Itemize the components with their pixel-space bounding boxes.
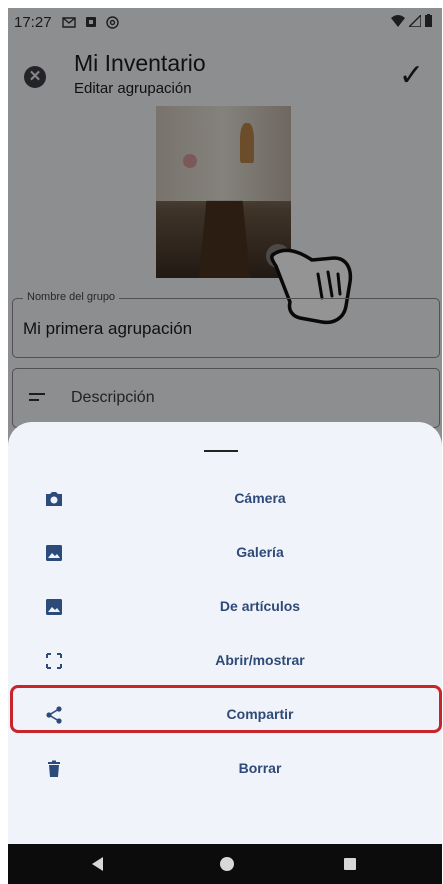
delete-icon: [48, 760, 60, 777]
system-nav-bar: [8, 844, 442, 884]
menu-label-delete: Borrar: [238, 760, 282, 776]
image-icon: [46, 545, 62, 561]
menu-label-gallery: Galería: [236, 544, 284, 560]
home-icon[interactable]: [220, 857, 234, 871]
sheet-drag-handle[interactable]: [204, 450, 238, 452]
bottom-sheet: Cámera Galería De artículos Abrir/mostra…: [8, 422, 442, 844]
menu-item-delete[interactable]: Borrar: [8, 748, 442, 792]
image-icon: [46, 599, 62, 615]
fullscreen-icon: [46, 653, 62, 669]
recents-icon[interactable]: [344, 858, 356, 870]
menu-item-from-items[interactable]: De artículos: [8, 586, 442, 630]
menu-item-gallery[interactable]: Galería: [8, 532, 442, 576]
menu-item-camera[interactable]: Cámera: [8, 478, 442, 522]
menu-item-open-show[interactable]: Abrir/mostrar: [8, 640, 442, 684]
camera-icon: [46, 492, 62, 506]
menu-label-camera: Cámera: [234, 490, 286, 506]
menu-label-from-items: De artículos: [219, 598, 301, 614]
back-icon[interactable]: [92, 857, 103, 871]
share-highlight-box: [10, 685, 442, 733]
menu-label-open-show: Abrir/mostrar: [215, 652, 305, 668]
phone-screen: 17:27 ✕ Mi Inventario Editar agrupación …: [8, 8, 442, 884]
